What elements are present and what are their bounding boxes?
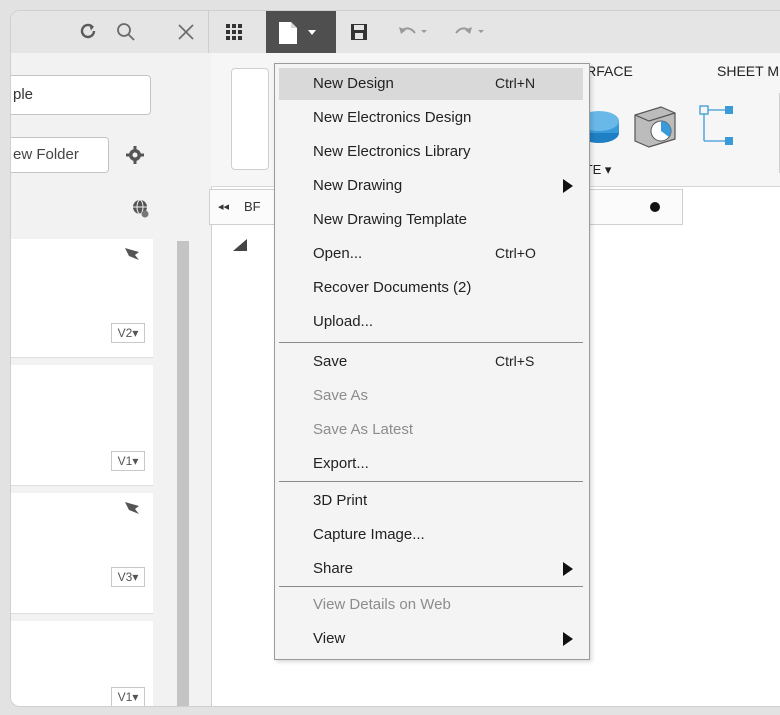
chevron-down-icon bbox=[308, 30, 316, 35]
search-icon[interactable] bbox=[111, 17, 141, 47]
version-badge[interactable]: V1▾ bbox=[111, 687, 145, 706]
menu-separator bbox=[279, 342, 583, 343]
menu-item-label: Save bbox=[313, 353, 348, 370]
menu-separator bbox=[279, 586, 583, 587]
menu-item-new-electronics-design[interactable]: New Electronics Design bbox=[279, 102, 583, 134]
browser-label: BF bbox=[244, 199, 261, 214]
menu-item-3d-print[interactable]: 3D Print bbox=[279, 485, 583, 517]
version-badge[interactable]: V1▾ bbox=[111, 451, 145, 471]
menu-separator bbox=[279, 481, 583, 482]
save-icon[interactable] bbox=[347, 17, 371, 47]
menu-item-label: Open... bbox=[313, 245, 363, 262]
menu-item-capture-image[interactable]: Capture Image... bbox=[279, 519, 583, 551]
menu-item-label: Share bbox=[313, 560, 354, 577]
menu-item-label: Export... bbox=[313, 455, 369, 472]
menu-item-export[interactable]: Export... bbox=[279, 448, 583, 480]
tab-sheet-metal[interactable]: SHEET M bbox=[717, 63, 779, 79]
menu-item-label: New Electronics Library bbox=[313, 143, 471, 160]
list-item[interactable]: V1▾ bbox=[11, 621, 153, 706]
pin-icon[interactable] bbox=[650, 202, 660, 212]
close-icon[interactable] bbox=[173, 17, 199, 47]
menu-item-share[interactable]: Share bbox=[279, 553, 583, 585]
undo-icon[interactable] bbox=[396, 17, 432, 47]
refresh-icon[interactable] bbox=[73, 17, 103, 47]
menu-item-new-drawing-template[interactable]: New Drawing Template bbox=[279, 204, 583, 236]
menu-item-view-details-on-web: View Details on Web bbox=[279, 589, 583, 621]
globe-icon[interactable] bbox=[132, 199, 150, 224]
grid-icon[interactable] bbox=[221, 17, 247, 47]
menu-item-label: View bbox=[313, 630, 346, 647]
menu-item-label: Capture Image... bbox=[313, 526, 425, 543]
data-panel: ple ew Folder V2▾ V1▾ V3▾ V1▾ bbox=[11, 53, 212, 706]
gear-icon[interactable] bbox=[125, 145, 145, 170]
menu-item-label: View Details on Web bbox=[313, 596, 451, 613]
triangle-icon bbox=[233, 239, 247, 251]
menu-item-label: Save As Latest bbox=[313, 421, 414, 438]
top-toolbar bbox=[11, 11, 780, 54]
tree-icon[interactable] bbox=[699, 105, 739, 154]
flag-icon bbox=[123, 501, 141, 524]
file-icon bbox=[278, 21, 298, 50]
file-menu-button[interactable] bbox=[266, 11, 336, 53]
shortcut-label: Ctrl+S bbox=[495, 353, 535, 369]
menu-item-recover-documents[interactable]: Recover Documents (2) bbox=[279, 272, 583, 304]
menu-item-label: Save As bbox=[313, 387, 369, 404]
scrollbar[interactable] bbox=[177, 241, 189, 706]
menu-item-label: 3D Print bbox=[313, 492, 368, 509]
version-badge[interactable]: V3▾ bbox=[111, 567, 145, 587]
menu-item-label: New Drawing bbox=[313, 177, 403, 194]
menu-item-label: Recover Documents (2) bbox=[313, 279, 472, 296]
box-icon[interactable] bbox=[631, 103, 679, 154]
redo-icon[interactable] bbox=[449, 17, 489, 47]
menu-item-label: Upload... bbox=[313, 313, 374, 330]
collapse-icon[interactable]: ◂◂ bbox=[218, 200, 229, 213]
menu-item-new-drawing[interactable]: New Drawing bbox=[279, 170, 583, 202]
menu-item-open[interactable]: Open... Ctrl+O bbox=[279, 238, 583, 270]
menu-item-label: New Electronics Design bbox=[313, 109, 472, 126]
new-folder-button[interactable]: ew Folder bbox=[11, 137, 109, 173]
submenu-arrow-icon bbox=[563, 179, 573, 193]
flag-icon bbox=[123, 247, 141, 270]
menu-item-save[interactable]: Save Ctrl+S bbox=[279, 346, 583, 378]
shortcut-label: Ctrl+N bbox=[495, 75, 536, 91]
menu-item-save-as-latest: Save As Latest bbox=[279, 414, 583, 446]
submenu-arrow-icon bbox=[563, 562, 573, 576]
menu-item-view[interactable]: View bbox=[279, 623, 583, 655]
list-item[interactable]: V2▾ bbox=[11, 239, 153, 358]
shortcut-label: Ctrl+O bbox=[495, 245, 536, 261]
app-window: ple ew Folder V2▾ V1▾ V3▾ V1▾ URFACE SHE… bbox=[10, 10, 780, 707]
project-name-field[interactable]: ple bbox=[11, 75, 151, 115]
menu-item-label: New Drawing Template bbox=[313, 211, 467, 228]
menu-item-label: New Design bbox=[313, 75, 394, 92]
ribbon-panel bbox=[231, 68, 269, 170]
submenu-arrow-icon bbox=[563, 632, 573, 646]
version-badge[interactable]: V2▾ bbox=[111, 323, 145, 343]
list-item[interactable]: V3▾ bbox=[11, 493, 153, 614]
menu-item-new-electronics-library[interactable]: New Electronics Library bbox=[279, 136, 583, 168]
toolbar-divider bbox=[208, 11, 209, 53]
menu-item-upload[interactable]: Upload... bbox=[279, 306, 583, 338]
menu-item-new-design[interactable]: New Design Ctrl+N bbox=[279, 68, 583, 100]
file-dropdown-menu: New Design Ctrl+N New Electronics Design… bbox=[274, 63, 590, 660]
menu-item-save-as: Save As bbox=[279, 380, 583, 412]
list-item[interactable]: V1▾ bbox=[11, 365, 153, 486]
